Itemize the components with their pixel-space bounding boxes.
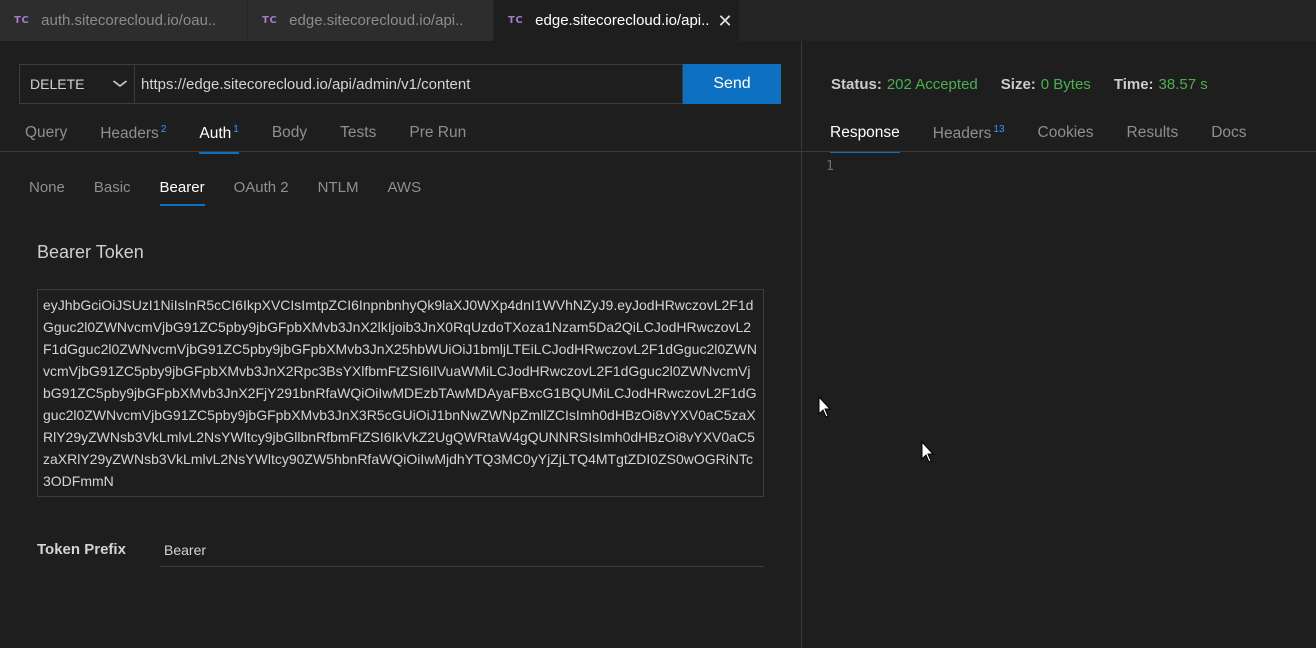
tab-label: edge.sitecorecloud.io/api..	[535, 12, 710, 29]
line-number: 1	[826, 159, 834, 174]
thunder-client-icon: TC	[262, 15, 278, 26]
response-pane: Status: 202 Accepted Size: 0 Bytes Time:…	[802, 41, 1316, 648]
chevron-down-icon	[112, 77, 128, 91]
status-value: 202 Accepted	[886, 76, 978, 93]
auth-tab-aws[interactable]: AWS	[387, 179, 421, 204]
size-label: Size:	[1000, 76, 1036, 93]
response-tabs: Response Headers 13 Cookies Results Docs	[830, 124, 1280, 154]
mouse-pointer-icon	[818, 396, 832, 418]
auth-tab-ntlm[interactable]: NTLM	[318, 179, 359, 204]
tab-label: edge.sitecorecloud.io/api..	[289, 12, 464, 29]
thunder-client-icon: TC	[508, 15, 524, 26]
tab-auth[interactable]: Auth 1	[199, 124, 240, 154]
token-prefix-label: Token Prefix	[37, 541, 126, 558]
auth-tab-basic[interactable]: Basic	[94, 179, 131, 204]
editor-tab-bar: TC auth.sitecorecloud.io/oau.. TC edge.s…	[0, 0, 1316, 41]
response-status-bar: Status: 202 Accepted Size: 0 Bytes Time:…	[831, 76, 1231, 93]
bearer-token-label: Bearer Token	[37, 242, 144, 262]
editor-tab-auth[interactable]: TC auth.sitecorecloud.io/oau..	[0, 0, 248, 41]
response-tab-divider	[802, 151, 1316, 152]
request-tabs: Query Headers 2 Auth 1 Body Tests Pre Run	[25, 124, 499, 154]
size-value: 0 Bytes	[1040, 76, 1091, 93]
thunder-client-icon: TC	[14, 15, 30, 26]
editor-tab-edge-active[interactable]: TC edge.sitecorecloud.io/api.. ✕	[494, 0, 740, 41]
auth-tab-bearer[interactable]: Bearer	[159, 179, 205, 206]
mouse-pointer-icon	[921, 441, 935, 463]
tab-results[interactable]: Results	[1127, 124, 1179, 151]
tab-pre-run[interactable]: Pre Run	[409, 124, 466, 152]
tab-body[interactable]: Body	[272, 124, 307, 152]
tab-cookies[interactable]: Cookies	[1038, 124, 1094, 151]
token-prefix-input[interactable]: Bearer	[160, 539, 764, 567]
headers-count-badge: 2	[160, 124, 167, 135]
method-select[interactable]: DELETE	[19, 64, 135, 104]
close-icon[interactable]: ✕	[717, 12, 732, 30]
editor-tab-edge-1[interactable]: TC edge.sitecorecloud.io/api..	[248, 0, 494, 41]
url-input[interactable]: https://edge.sitecorecloud.io/api/admin/…	[135, 64, 683, 104]
send-button[interactable]: Send	[683, 64, 781, 104]
url-bar: DELETE https://edge.sitecorecloud.io/api…	[19, 64, 781, 104]
response-headers-count-badge: 13	[993, 124, 1005, 135]
tab-label: auth.sitecorecloud.io/oau..	[41, 12, 217, 29]
tab-response-headers[interactable]: Headers 13	[933, 124, 1005, 151]
method-value: DELETE	[30, 76, 85, 92]
status-label: Status:	[831, 76, 882, 93]
time-value: 38.57 s	[1158, 76, 1208, 93]
auth-type-tabs: None Basic Bearer OAuth 2 NTLM AWS	[29, 179, 450, 206]
auth-tab-oauth2[interactable]: OAuth 2	[234, 179, 289, 204]
time-label: Time:	[1113, 76, 1154, 93]
tab-docs[interactable]: Docs	[1211, 124, 1246, 151]
auth-tab-none[interactable]: None	[29, 179, 65, 204]
auth-count-badge: 1	[233, 124, 239, 135]
tab-tests[interactable]: Tests	[340, 124, 376, 152]
bearer-token-textarea[interactable]: eyJhbGciOiJSUzI1NiIsInR5cCI6IkpXVCIsImtp…	[37, 289, 764, 497]
request-pane: DELETE https://edge.sitecorecloud.io/api…	[0, 41, 801, 648]
tab-query[interactable]: Query	[25, 124, 67, 152]
tab-headers[interactable]: Headers 2	[100, 124, 166, 152]
tab-divider	[0, 151, 801, 152]
tab-response[interactable]: Response	[830, 124, 900, 154]
